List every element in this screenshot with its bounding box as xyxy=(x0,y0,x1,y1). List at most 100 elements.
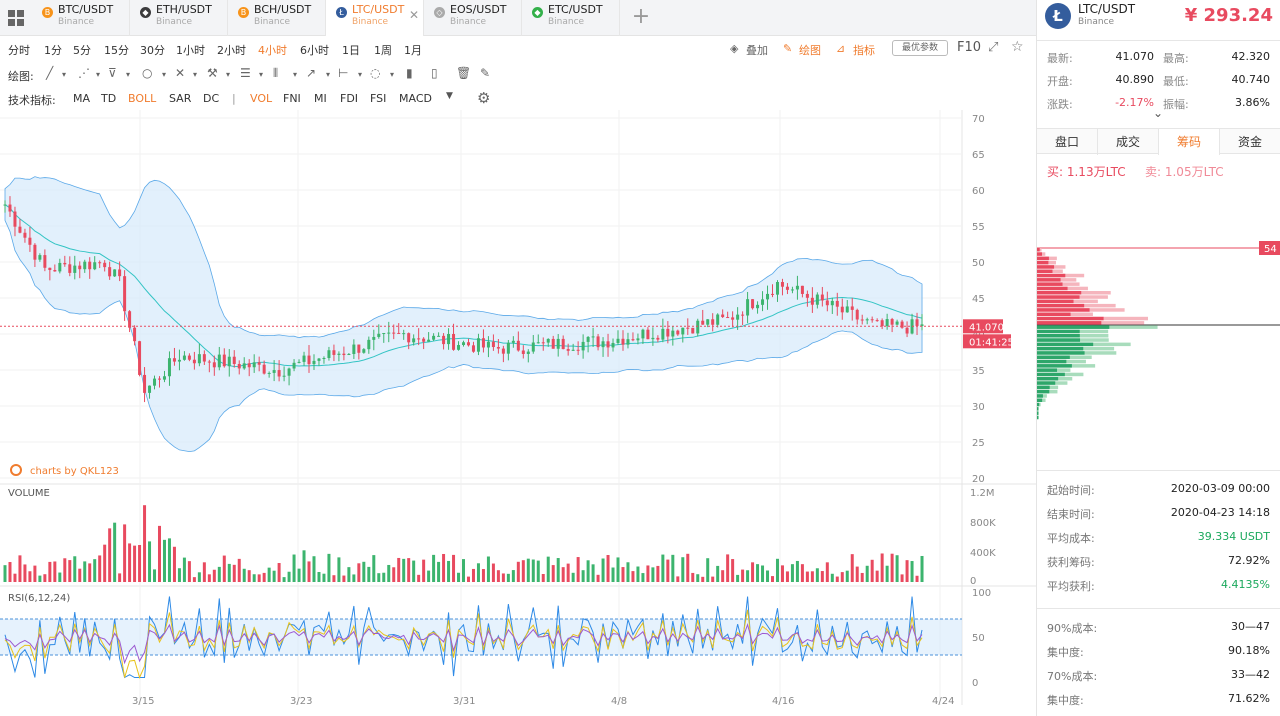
close-icon[interactable]: ✕ xyxy=(409,8,419,22)
chart-icon[interactable]: ▯ xyxy=(431,66,438,80)
chevron-down-icon[interactable]: ▾ xyxy=(259,70,263,79)
measure-icon[interactable]: ⊢ xyxy=(338,66,348,80)
chevron-down-icon[interactable]: ▾ xyxy=(126,70,130,79)
tab-etc-usdt[interactable]: ◆ ETC/USDT Binance xyxy=(522,0,620,36)
tab-pair: BCH/USDT xyxy=(254,3,312,16)
candle-body xyxy=(536,342,540,344)
indicator-sar[interactable]: SAR xyxy=(169,92,191,105)
candle-body xyxy=(521,350,525,354)
candle-body xyxy=(68,264,72,273)
chevron-down-icon[interactable]: ▾ xyxy=(390,70,394,79)
add-tab-button[interactable]: + xyxy=(624,0,658,36)
indicator-fni[interactable]: FNI xyxy=(283,92,301,105)
volume-bar xyxy=(427,570,431,582)
optimal-params-button[interactable]: 最优参数 xyxy=(892,40,948,56)
side-tab-1[interactable]: 成交 xyxy=(1098,129,1159,155)
cross-icon[interactable]: ✕ xyxy=(175,66,185,80)
indicator-mi[interactable]: MI xyxy=(314,92,327,105)
chevron-down-icon[interactable]: ▾ xyxy=(193,70,197,79)
tab-btc-usdt[interactable]: B BTC/USDT Binance xyxy=(32,0,130,36)
settings-gear-icon[interactable]: ⚙ xyxy=(477,89,490,107)
info-key: 70%成本: xyxy=(1047,670,1098,683)
volume-bar xyxy=(835,576,839,582)
candle-body xyxy=(48,267,52,271)
indicator-fdi[interactable]: FDI xyxy=(340,92,358,105)
gann-icon[interactable]: ⫴ xyxy=(273,66,278,81)
indicator-fsi[interactable]: FSI xyxy=(370,92,386,105)
side-tab-0[interactable]: 盘口 xyxy=(1037,129,1098,155)
stat-key: 开盘: xyxy=(1047,75,1073,88)
volume-bar xyxy=(661,554,665,582)
top-marker-label: 54 xyxy=(1264,244,1277,255)
indicator-dropdown-icon[interactable]: ▼ xyxy=(446,91,453,101)
candle-body xyxy=(53,270,57,272)
indicator-ma[interactable]: MA xyxy=(73,92,90,105)
volume-bar xyxy=(422,559,426,582)
candle-body xyxy=(58,262,62,272)
volume-bar xyxy=(825,562,829,582)
volume-bar xyxy=(63,558,67,582)
candle-body xyxy=(785,286,789,290)
indicator-boll[interactable]: BOLL xyxy=(128,92,156,105)
fib-icon[interactable]: ☰ xyxy=(240,66,251,80)
chevron-down-icon[interactable]: ⌄ xyxy=(1153,106,1163,120)
tab-bch-usdt[interactable]: B BCH/USDT Binance xyxy=(228,0,326,36)
coin-icon: Ł xyxy=(336,7,347,18)
volume-bar xyxy=(257,574,261,582)
eraser-icon[interactable]: ✎ xyxy=(480,66,490,80)
volume-bar xyxy=(671,554,675,582)
chip-bar xyxy=(1037,308,1090,312)
line-icon[interactable]: ╱ xyxy=(46,66,53,80)
chip-bar xyxy=(1037,398,1043,402)
volume-bar xyxy=(920,555,924,582)
chevron-down-icon[interactable]: ▾ xyxy=(326,70,330,79)
volume-bar xyxy=(68,560,72,582)
circle-icon[interactable]: ○ xyxy=(142,66,152,80)
grid-menu-button[interactable] xyxy=(0,0,32,36)
tab-eos-usdt[interactable]: ◇ EOS/USDT Binance xyxy=(424,0,522,36)
chevron-down-icon[interactable]: ▾ xyxy=(162,70,166,79)
fork-icon[interactable]: ⊽ xyxy=(108,66,117,80)
indicator-macd[interactable]: MACD xyxy=(399,92,432,105)
fullscreen-icon[interactable]: ⤢ xyxy=(988,40,998,55)
volume-bar xyxy=(43,574,47,582)
tab-ltc-usdt[interactable]: Ł LTC/USDT Binance ✕ xyxy=(326,0,424,36)
side-tab-3[interactable]: 资金 xyxy=(1220,129,1280,155)
f10-button[interactable]: F10 xyxy=(957,40,981,55)
info-key: 集中度: xyxy=(1047,646,1084,659)
chevron-down-icon[interactable]: ▾ xyxy=(96,70,100,79)
volume-bar xyxy=(177,568,181,582)
indicator-td[interactable]: TD xyxy=(101,92,116,105)
ray-icon[interactable]: ⋰ xyxy=(78,66,90,80)
tab-eth-usdt[interactable]: ◆ ETH/USDT Binance xyxy=(130,0,228,36)
volume-bar xyxy=(631,571,635,582)
volume-bar xyxy=(347,567,351,582)
side-tab-2[interactable]: 筹码 xyxy=(1159,129,1220,155)
bar-icon[interactable]: ▮ xyxy=(406,66,413,80)
trash-icon[interactable]: 🗑 xyxy=(456,66,471,80)
star-icon[interactable]: ☆ xyxy=(1011,39,1024,55)
chip-bar xyxy=(1037,415,1039,420)
chevron-down-icon[interactable]: ▾ xyxy=(358,70,362,79)
chevron-down-icon[interactable]: ▾ xyxy=(226,70,230,79)
indicator-dc[interactable]: DC xyxy=(203,92,219,105)
note-icon[interactable]: ◌ xyxy=(370,66,380,80)
pattern-icon[interactable]: ⚒ xyxy=(207,66,218,80)
chip-bar xyxy=(1037,407,1039,411)
indicator-vol[interactable]: VOL xyxy=(250,92,272,105)
arrow-icon[interactable]: ↗ xyxy=(306,66,316,80)
volume-bar xyxy=(88,563,92,582)
chart-area[interactable]: 706560555045403530252041.07001:41:25char… xyxy=(0,110,1036,716)
draw-button[interactable]: 绘图 xyxy=(799,42,821,58)
indicator-button[interactable]: 指标 xyxy=(853,42,875,58)
volume-bar xyxy=(143,505,147,582)
candle-body xyxy=(222,354,226,367)
x-tick-label: 4/16 xyxy=(772,696,794,707)
chevron-down-icon[interactable]: ▾ xyxy=(293,70,297,79)
overlay-button[interactable]: 叠加 xyxy=(746,42,768,58)
stat-value: 3.86% xyxy=(1235,96,1270,109)
tab-pair: ETC/USDT xyxy=(548,3,603,16)
chevron-down-icon[interactable]: ▾ xyxy=(62,70,66,79)
volume-bar xyxy=(511,570,515,582)
candle-body xyxy=(681,327,685,335)
